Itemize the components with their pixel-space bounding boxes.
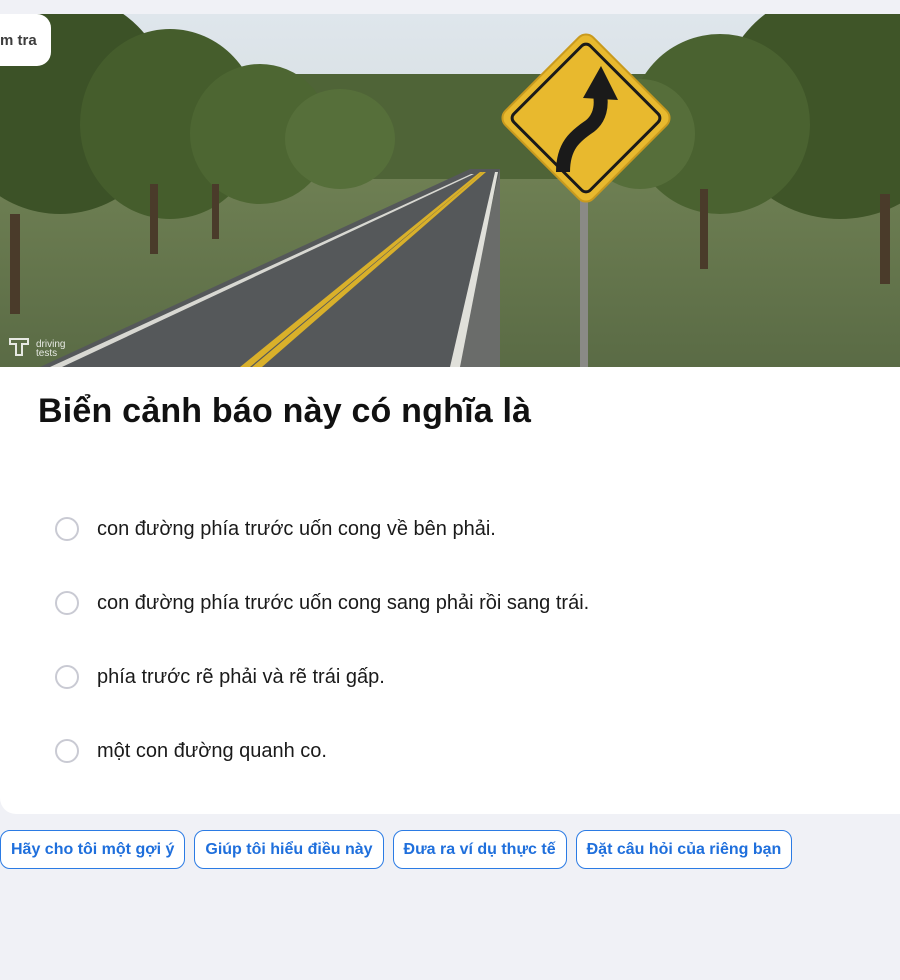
answer-option-label: con đường phía trước uốn cong sang phải … (97, 591, 590, 614)
road-sign-image (0, 14, 900, 367)
answer-option-label: phía trước rẽ phải và rẽ trái gấp. (97, 665, 385, 688)
radio-button[interactable] (55, 591, 79, 615)
watermark-text: driving tests (36, 338, 66, 359)
answer-option-label: một con đường quanh co. (97, 739, 327, 762)
driving-tests-watermark: driving tests (8, 336, 76, 361)
driving-tests-logo-icon (8, 336, 32, 361)
radio-button[interactable] (55, 739, 79, 763)
radio-button[interactable] (55, 665, 79, 689)
answer-option[interactable]: con đường phía trước uốn cong về bên phả… (55, 492, 589, 566)
real-example-button[interactable]: Đưa ra ví dụ thực tế (392, 830, 567, 869)
radio-button[interactable] (55, 517, 79, 541)
check-badge[interactable]: m tra (0, 14, 51, 66)
answer-option[interactable]: phía trước rẽ phải và rẽ trái gấp. (55, 640, 589, 714)
suggestion-chips: Hãy cho tôi một gợi ý Giúp tôi hiểu điều… (0, 830, 793, 869)
ask-own-question-button[interactable]: Đặt câu hỏi của riêng bạn (575, 830, 793, 869)
explain-button[interactable]: Giúp tôi hiểu điều này (194, 830, 384, 869)
check-badge-label: m tra (0, 31, 37, 49)
answer-options: con đường phía trước uốn cong về bên phả… (55, 492, 589, 788)
question-title: Biển cảnh báo này có nghĩa là (38, 392, 532, 430)
hint-button[interactable]: Hãy cho tôi một gợi ý (0, 830, 186, 869)
answer-option[interactable]: con đường phía trước uốn cong sang phải … (55, 566, 589, 640)
answer-option[interactable]: một con đường quanh co. (55, 714, 589, 788)
answer-option-label: con đường phía trước uốn cong về bên phả… (97, 517, 496, 540)
